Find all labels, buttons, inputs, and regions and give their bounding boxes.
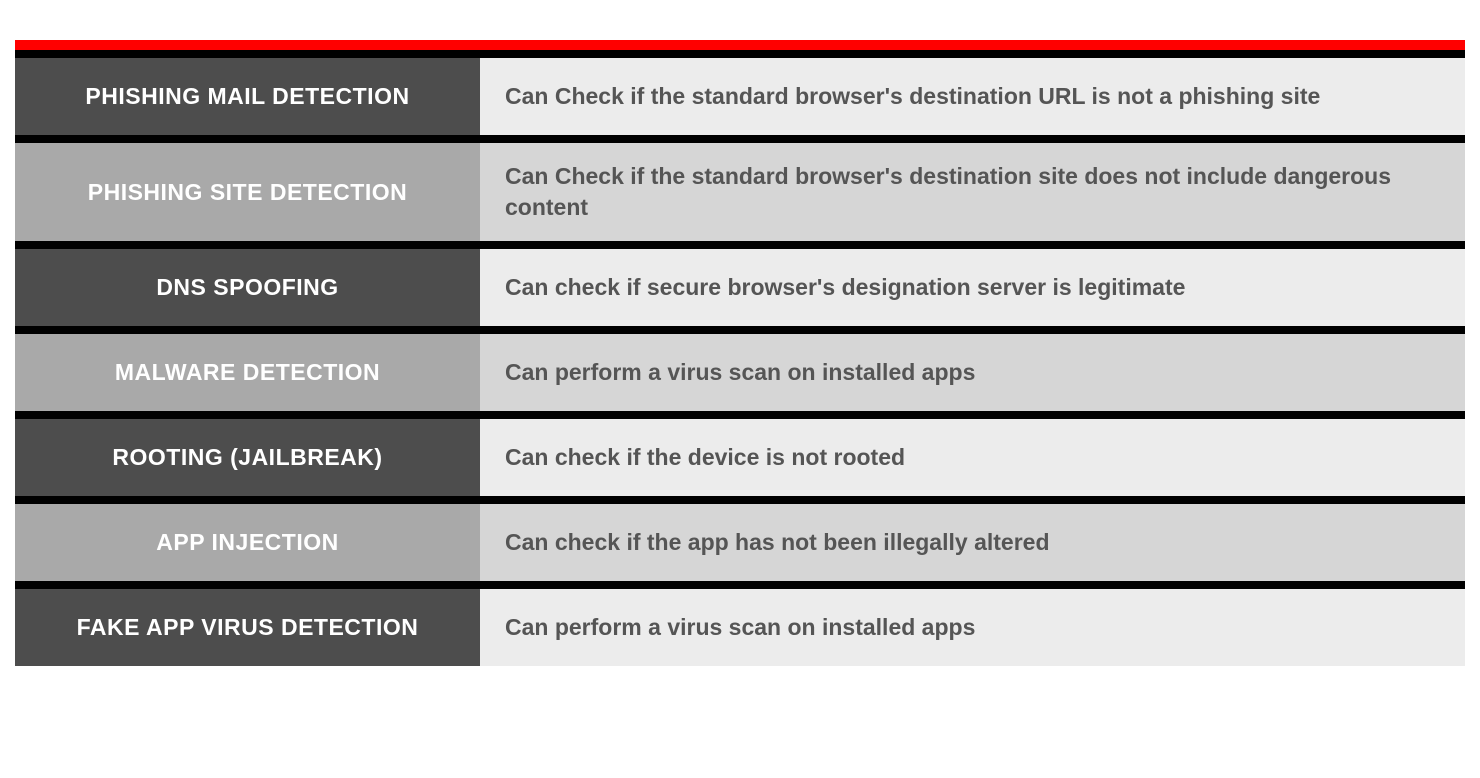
feature-label: MALWARE DETECTION	[15, 334, 480, 411]
table-row: ROOTING (JAILBREAK) Can check if the dev…	[15, 411, 1465, 496]
feature-description: Can check if secure browser's designatio…	[480, 249, 1465, 326]
feature-description: Can check if the app has not been illega…	[480, 504, 1465, 581]
feature-description: Can perform a virus scan on installed ap…	[480, 589, 1465, 666]
table-row: DNS SPOOFING Can check if secure browser…	[15, 241, 1465, 326]
table-row: PHISHING MAIL DETECTION Can Check if the…	[15, 50, 1465, 135]
feature-label: APP INJECTION	[15, 504, 480, 581]
feature-label: FAKE APP VIRUS DETECTION	[15, 589, 480, 666]
feature-description: Can Check if the standard browser's dest…	[480, 58, 1465, 135]
table-row: FAKE APP VIRUS DETECTION Can perform a v…	[15, 581, 1465, 666]
top-accent-bar	[15, 40, 1465, 50]
table-row: PHISHING SITE DETECTION Can Check if the…	[15, 135, 1465, 241]
feature-label: PHISHING MAIL DETECTION	[15, 58, 480, 135]
feature-description: Can perform a virus scan on installed ap…	[480, 334, 1465, 411]
feature-label: ROOTING (JAILBREAK)	[15, 419, 480, 496]
feature-label: PHISHING SITE DETECTION	[15, 143, 480, 241]
feature-table: PHISHING MAIL DETECTION Can Check if the…	[0, 0, 1480, 666]
table-row: MALWARE DETECTION Can perform a virus sc…	[15, 326, 1465, 411]
feature-label: DNS SPOOFING	[15, 249, 480, 326]
table-row: APP INJECTION Can check if the app has n…	[15, 496, 1465, 581]
feature-description: Can Check if the standard browser's dest…	[480, 143, 1465, 241]
feature-description: Can check if the device is not rooted	[480, 419, 1465, 496]
